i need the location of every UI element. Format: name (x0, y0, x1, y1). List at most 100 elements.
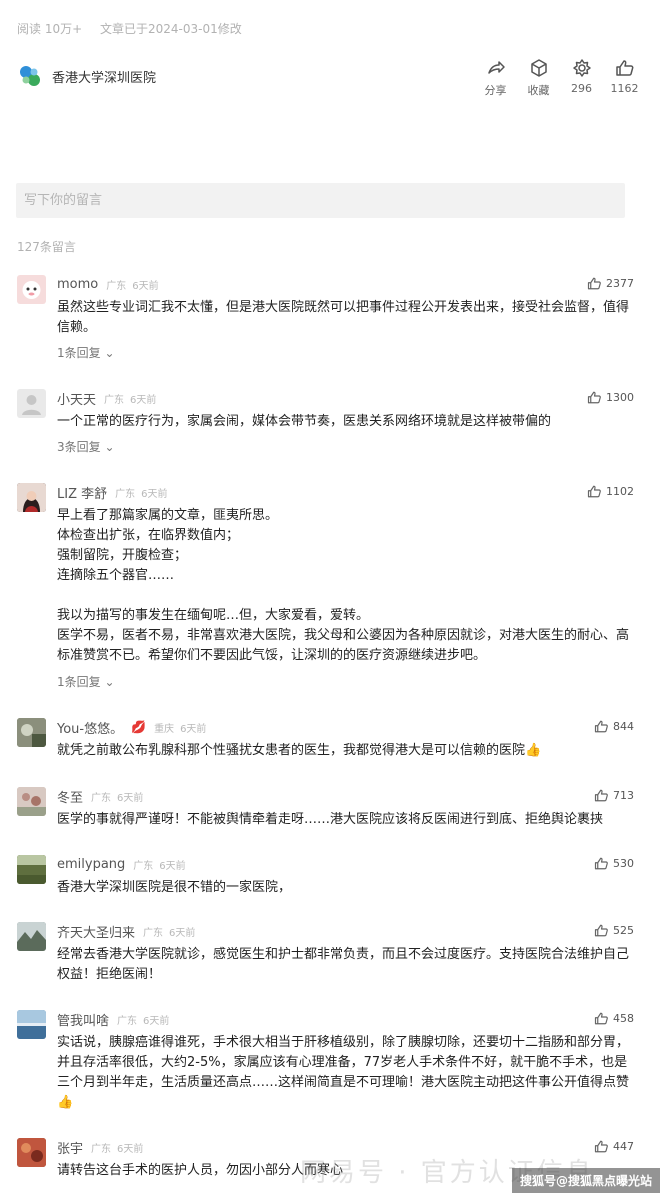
article-actions: 分享 收藏 296 1162 (474, 58, 646, 98)
reply-toggle[interactable]: 1条回复 ⌄ (57, 344, 115, 361)
comment-like-count: 713 (613, 789, 634, 802)
thumbs-up-icon (594, 1012, 608, 1025)
collect-button[interactable]: 收藏 (517, 58, 560, 98)
share-count-button[interactable]: 296 (560, 58, 603, 98)
comment-time: 6天前 (132, 280, 159, 292)
article-meta: 阅读 10万+ 文章已于2024-03-01修改 (17, 20, 242, 37)
comment-location: 广东 (133, 860, 154, 872)
avatar[interactable] (17, 1010, 46, 1039)
comment-author[interactable]: You-悠悠。 (57, 718, 123, 737)
share-icon (487, 61, 505, 74)
comment-like-button[interactable]: 844 (594, 719, 634, 734)
hospital-logo (17, 63, 43, 89)
comment-location: 广东 (143, 927, 164, 939)
comment-like-button[interactable]: 2377 (587, 276, 634, 291)
avatar[interactable] (17, 922, 46, 951)
account-name[interactable]: 香港大学深圳医院 (52, 67, 156, 86)
comment-author[interactable]: 齐天大圣归来 (57, 922, 135, 941)
comment-like-button[interactable]: 1300 (587, 390, 634, 405)
comment-author[interactable]: emilypang (57, 857, 125, 872)
thumbs-up-icon (594, 924, 608, 937)
thumbs-up-icon (587, 485, 601, 498)
avatar[interactable] (17, 855, 46, 884)
comment-item: 管我叫啥 广东 6天前 458 实话说，胰腺癌谁得谁死，手术很大相当于肝移植级别… (17, 1010, 634, 1120)
comment-author[interactable]: 张宇 (57, 1138, 83, 1157)
comment-like-count: 844 (613, 720, 634, 733)
comment-text: 虽然这些专业词汇我不太懂，但是港大医院既然可以把事件过程公开发表出来，接受社会监… (57, 300, 630, 335)
comment-item: 冬至 广东 6天前 713 医学的事就得严谨呀！不能被舆情牵着走呀……港大医院应… (17, 787, 634, 833)
comment-item: emilypang 广东 6天前 530 香港大学深圳医院是很不错的一家医院， (17, 855, 634, 901)
read-count: 阅读 10万+ (17, 22, 83, 36)
thumbs-up-icon (594, 857, 608, 870)
comment-time: 6天前 (141, 488, 168, 500)
comment-like-button[interactable]: 1102 (587, 484, 634, 499)
comment-author[interactable]: momo (57, 277, 98, 292)
comment-item: 齐天大圣归来 广东 6天前 525 经常去香港大学医院就诊，感觉医生和护士都非常… (17, 922, 634, 988)
comment-like-count: 530 (613, 857, 634, 870)
thumbs-up-icon (587, 277, 601, 290)
collect-label: 收藏 (527, 84, 550, 97)
comment-author[interactable]: 小天天 (57, 389, 96, 408)
comment-location: 广东 (91, 792, 112, 804)
thumbs-up-icon (615, 60, 633, 76)
gear-like-icon (572, 59, 591, 77)
comment-location: 重庆 (154, 723, 175, 735)
avatar[interactable] (17, 275, 46, 304)
thumbs-up-icon (587, 391, 601, 404)
like-button[interactable]: 1162 (603, 58, 646, 98)
comment-location: 广东 (104, 394, 125, 406)
comment-time: 6天前 (117, 792, 144, 804)
comment-like-button[interactable]: 447 (594, 1139, 634, 1154)
comment-time: 6天前 (130, 394, 157, 406)
reply-toggle[interactable]: 3条回复 ⌄ (57, 438, 115, 455)
comment-text: 医学的事就得严谨呀！不能被舆情牵着走呀……港大医院应该将反医闹进行到底、拒绝舆论… (57, 812, 604, 827)
comment-text: 实话说，胰腺癌谁得谁死，手术很大相当于肝移植级别，除了胰腺切除，还要切十二指肠和… (57, 1035, 630, 1110)
comment-location: 广东 (91, 1143, 112, 1155)
comment-text: 经常去香港大学医院就诊，感觉医生和护士都非常负责，而且不会过度医疗。支持医院合法… (57, 947, 630, 982)
comment-author[interactable]: 冬至 (57, 787, 83, 806)
collect-icon (530, 59, 547, 77)
source-watermark: 搜狐号@搜狐黑点曝光站 (511, 1168, 660, 1193)
comment-text: 就凭之前敢公布乳腺科那个性骚扰女患者的医生，我都觉得港大是可以信赖的医院👍 (57, 743, 542, 758)
comment-item: momo 广东 6天前 2377 虽然这些专业词汇我不太懂，但是港大医院既然可以… (17, 275, 634, 365)
comment-text: 一个正常的医疗行为，家属会闹，媒体会带节奏，医患关系网络环境就是这样被带偏的 (57, 414, 552, 429)
comment-time: 6天前 (169, 927, 196, 939)
avatar[interactable] (17, 1138, 46, 1167)
comment-time: 6天前 (159, 860, 186, 872)
comment-input[interactable]: 写下你的留言 (16, 183, 625, 218)
comment-location: 广东 (106, 280, 127, 292)
avatar[interactable] (17, 483, 46, 512)
comment-like-count: 458 (613, 1012, 634, 1025)
comment-author[interactable]: LIZ 李舒 (57, 483, 107, 502)
share-count: 296 (571, 82, 592, 95)
comment-time: 6天前 (117, 1143, 144, 1155)
comment-like-count: 2377 (606, 277, 634, 290)
comment-like-button[interactable]: 458 (594, 1011, 634, 1026)
comment-item: 小天天 广东 6天前 1300 一个正常的医疗行为，家属会闹，媒体会带节奏，医患… (17, 389, 634, 459)
comment-text: 香港大学深圳医院是很不错的一家医院， (57, 880, 292, 895)
reply-toggle[interactable]: 1条回复 ⌄ (57, 673, 115, 690)
avatar[interactable] (17, 389, 46, 418)
comment-item: You-悠悠。 💋 重庆 6天前 844 就凭之前敢公布乳腺科那个性骚扰女患者的… (17, 718, 634, 764)
comment-location: 广东 (115, 488, 136, 500)
share-label: 分享 (484, 84, 507, 97)
comment-like-count: 1102 (606, 485, 634, 498)
avatar[interactable] (17, 718, 46, 747)
avatar[interactable] (17, 787, 46, 816)
comment-like-button[interactable]: 713 (594, 788, 634, 803)
lips-emoji: 💋 (131, 720, 147, 734)
comment-text: 早上看了那篇家属的文章，匪夷所思。 体检查出扩张，在临界数值内； 强制留院，开腹… (57, 508, 630, 663)
comment-count: 127条留言 (17, 240, 76, 254)
like-count: 1162 (610, 82, 639, 95)
comment-author[interactable]: 管我叫啥 (57, 1010, 109, 1029)
comment-like-button[interactable]: 530 (594, 856, 634, 871)
comment-item: LIZ 李舒 广东 6天前 1102 早上看了那篇家属的文章，匪夷所思。 体检查… (17, 483, 634, 693)
share-button[interactable]: 分享 (474, 58, 517, 98)
account-info[interactable]: 香港大学深圳医院 (17, 62, 156, 90)
comment-time: 6天前 (143, 1015, 170, 1027)
thumbs-up-icon (594, 720, 608, 733)
thumbs-up-icon (594, 1140, 608, 1153)
comment-like-button[interactable]: 525 (594, 923, 634, 938)
comment-like-count: 1300 (606, 391, 634, 404)
comment-location: 广东 (117, 1015, 138, 1027)
